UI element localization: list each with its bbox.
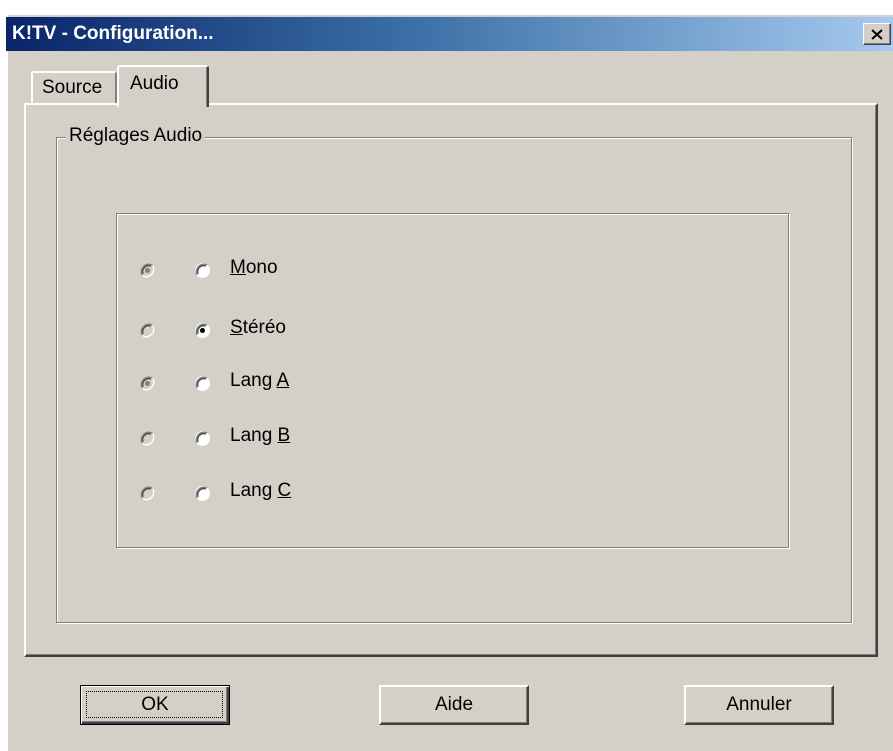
tab-audio[interactable]: Audio — [117, 65, 209, 107]
close-button[interactable] — [863, 23, 891, 45]
focus-rectangle — [86, 691, 223, 718]
help-button[interactable]: Aide — [379, 685, 529, 725]
title-bar[interactable]: K!TV - Configuration... — [6, 17, 893, 51]
ok-button[interactable]: OK — [80, 685, 230, 725]
tab-source-label: Source — [42, 77, 103, 98]
tab-audio-label: Audio — [130, 73, 179, 94]
help-button-label: Aide — [434, 694, 474, 715]
close-icon — [871, 28, 883, 40]
cancel-button[interactable]: Annuler — [684, 685, 834, 725]
window-title: K!TV - Configuration... — [12, 23, 214, 44]
cancel-button-label: Annuler — [726, 694, 792, 715]
tab-source[interactable]: Source — [31, 71, 117, 103]
tab-panel-audio — [24, 103, 878, 657]
